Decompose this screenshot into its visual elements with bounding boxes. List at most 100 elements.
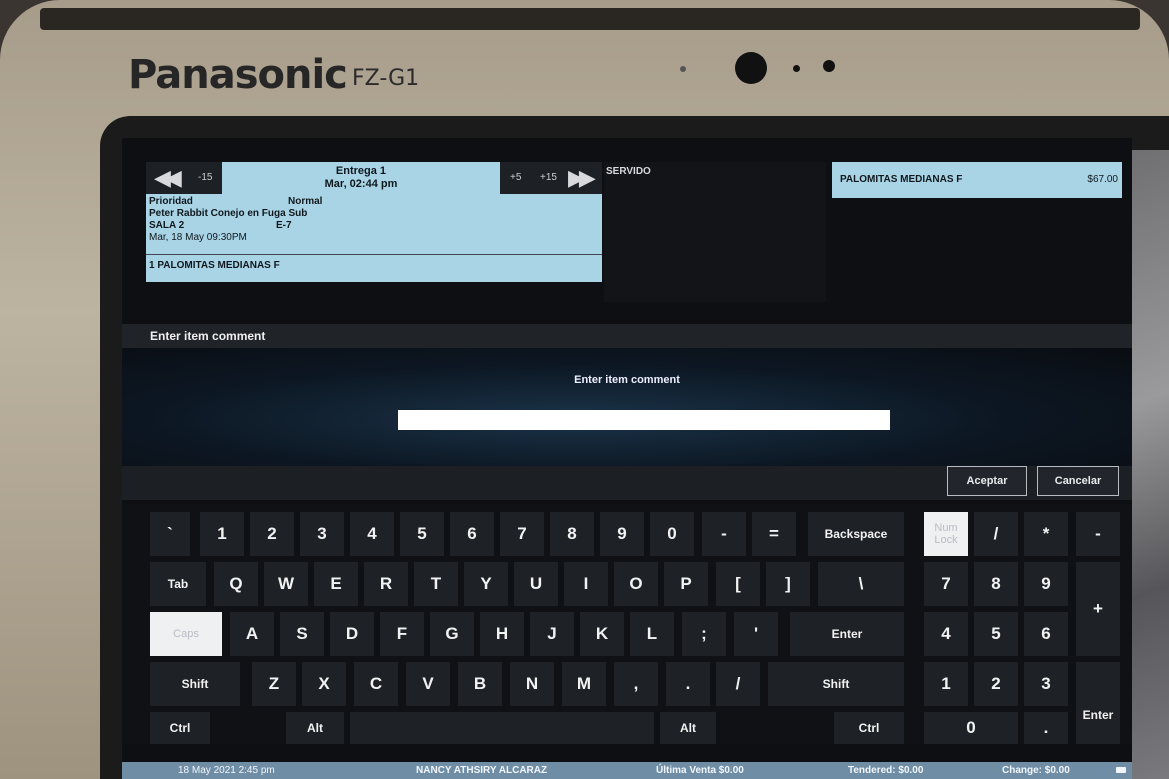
key-num-2[interactable]: 2 [974, 662, 1018, 706]
key-num-4[interactable]: 4 [924, 612, 968, 656]
key-4[interactable]: 4 [350, 512, 394, 556]
key-8[interactable]: 8 [550, 512, 594, 556]
key-g[interactable]: G [430, 612, 474, 656]
key-minus[interactable]: - [702, 512, 746, 556]
nav-plus15-button[interactable]: +15 [540, 172, 557, 183]
key-q[interactable]: Q [214, 562, 258, 606]
key-num-6[interactable]: 6 [1024, 612, 1068, 656]
accept-button[interactable]: Aceptar [947, 466, 1027, 496]
nav-minus15-button[interactable]: -15 [198, 172, 212, 183]
comment-input[interactable] [398, 410, 890, 430]
key-enter[interactable]: Enter [790, 612, 904, 656]
key-t[interactable]: T [414, 562, 458, 606]
key-num-plus[interactable]: + [1076, 562, 1120, 656]
camera-lens [735, 52, 767, 84]
key-7[interactable]: 7 [500, 512, 544, 556]
key-quote[interactable]: ' [734, 612, 778, 656]
key-num-minus[interactable]: - [1076, 512, 1120, 556]
status-change: Change: $0.00 [1002, 765, 1070, 776]
key-2[interactable]: 2 [250, 512, 294, 556]
key-num-enter[interactable]: Enter [1076, 662, 1120, 744]
key-e[interactable]: E [314, 562, 358, 606]
key-period[interactable]: . [666, 662, 710, 706]
on-screen-keyboard: ` 1 2 3 4 5 6 7 8 9 0 - = Backspace Tab … [122, 504, 1132, 744]
key-a[interactable]: A [230, 612, 274, 656]
key-slash[interactable]: / [716, 662, 760, 706]
key-comma[interactable]: , [614, 662, 658, 706]
key-close-bracket[interactable]: ] [766, 562, 810, 606]
key-m[interactable]: M [562, 662, 606, 706]
key-num-9[interactable]: 9 [1024, 562, 1068, 606]
key-backtick[interactable]: ` [150, 512, 190, 556]
key-num-5[interactable]: 5 [974, 612, 1018, 656]
device-model: FZ-G1 [352, 66, 420, 91]
key-z[interactable]: Z [252, 662, 296, 706]
status-user: NANCY ATHSIRY ALCARAZ [416, 765, 548, 776]
key-shift-left[interactable]: Shift [150, 662, 240, 706]
key-c[interactable]: C [354, 662, 398, 706]
key-alt-left[interactable]: Alt [286, 712, 344, 744]
key-num-1[interactable]: 1 [924, 662, 968, 706]
entrega-tab[interactable]: Entrega 1 Mar, 02:44 pm [222, 162, 500, 194]
dialog-button-bar: Aceptar Cancelar [122, 466, 1132, 500]
key-j[interactable]: J [530, 612, 574, 656]
order-item-row[interactable]: PALOMITAS MEDIANAS F $67.00 [832, 162, 1122, 198]
device-brand: Panasonic [128, 52, 348, 98]
key-n[interactable]: N [510, 662, 554, 706]
key-w[interactable]: W [264, 562, 308, 606]
key-equals[interactable]: = [752, 512, 796, 556]
cancel-button[interactable]: Cancelar [1037, 466, 1119, 496]
key-9[interactable]: 9 [600, 512, 644, 556]
key-caps[interactable]: Caps [150, 612, 222, 656]
ticket-divider [146, 254, 602, 255]
key-y[interactable]: Y [464, 562, 508, 606]
key-5[interactable]: 5 [400, 512, 444, 556]
key-1[interactable]: 1 [200, 512, 244, 556]
key-numlock[interactable]: Num Lock [924, 512, 968, 556]
key-x[interactable]: X [302, 662, 346, 706]
key-num-star[interactable]: * [1024, 512, 1068, 556]
key-ctrl-left[interactable]: Ctrl [150, 712, 210, 744]
key-backspace[interactable]: Backspace [808, 512, 904, 556]
key-i[interactable]: I [564, 562, 608, 606]
key-num-7[interactable]: 7 [924, 562, 968, 606]
key-semicolon[interactable]: ; [682, 612, 726, 656]
fast-forward-icon[interactable]: ▶▶ [568, 165, 596, 191]
key-o[interactable]: O [614, 562, 658, 606]
key-ctrl-right[interactable]: Ctrl [834, 712, 904, 744]
key-r[interactable]: R [364, 562, 408, 606]
key-u[interactable]: U [514, 562, 558, 606]
key-s[interactable]: S [280, 612, 324, 656]
dialog-prompt: Enter item comment [574, 374, 680, 386]
key-open-bracket[interactable]: [ [716, 562, 760, 606]
key-num-0[interactable]: 0 [924, 712, 1018, 744]
key-num-slash[interactable]: / [974, 512, 1018, 556]
key-num-8[interactable]: 8 [974, 562, 1018, 606]
battery-icon [1116, 767, 1126, 773]
sala: SALA 2 [149, 220, 185, 231]
key-num-dot[interactable]: . [1024, 712, 1068, 744]
key-h[interactable]: H [480, 612, 524, 656]
key-alt-right[interactable]: Alt [660, 712, 716, 744]
key-f[interactable]: F [380, 612, 424, 656]
key-d[interactable]: D [330, 612, 374, 656]
key-0[interactable]: 0 [650, 512, 694, 556]
key-backslash[interactable]: \ [818, 562, 904, 606]
nav-plus5-button[interactable]: +5 [510, 172, 521, 183]
key-6[interactable]: 6 [450, 512, 494, 556]
ticket-header: ◀◀ -15 -5 Entrega 1 Mar, 02:44 pm +5 +15… [146, 162, 602, 194]
key-p[interactable]: P [664, 562, 708, 606]
key-space[interactable] [350, 712, 654, 744]
key-b[interactable]: B [458, 662, 502, 706]
key-shift-right[interactable]: Shift [768, 662, 904, 706]
key-k[interactable]: K [580, 612, 624, 656]
key-num-3[interactable]: 3 [1024, 662, 1068, 706]
key-3[interactable]: 3 [300, 512, 344, 556]
rewind-icon[interactable]: ◀◀ [154, 165, 182, 191]
status-datetime: 18 May 2021 2:45 pm [178, 765, 275, 776]
order-ticket[interactable]: Prioridad Normal Peter Rabbit Conejo en … [146, 194, 602, 282]
key-l[interactable]: L [630, 612, 674, 656]
key-tab[interactable]: Tab [150, 562, 206, 606]
screen: ◀◀ -15 -5 Entrega 1 Mar, 02:44 pm +5 +15… [122, 138, 1132, 779]
key-v[interactable]: V [406, 662, 450, 706]
